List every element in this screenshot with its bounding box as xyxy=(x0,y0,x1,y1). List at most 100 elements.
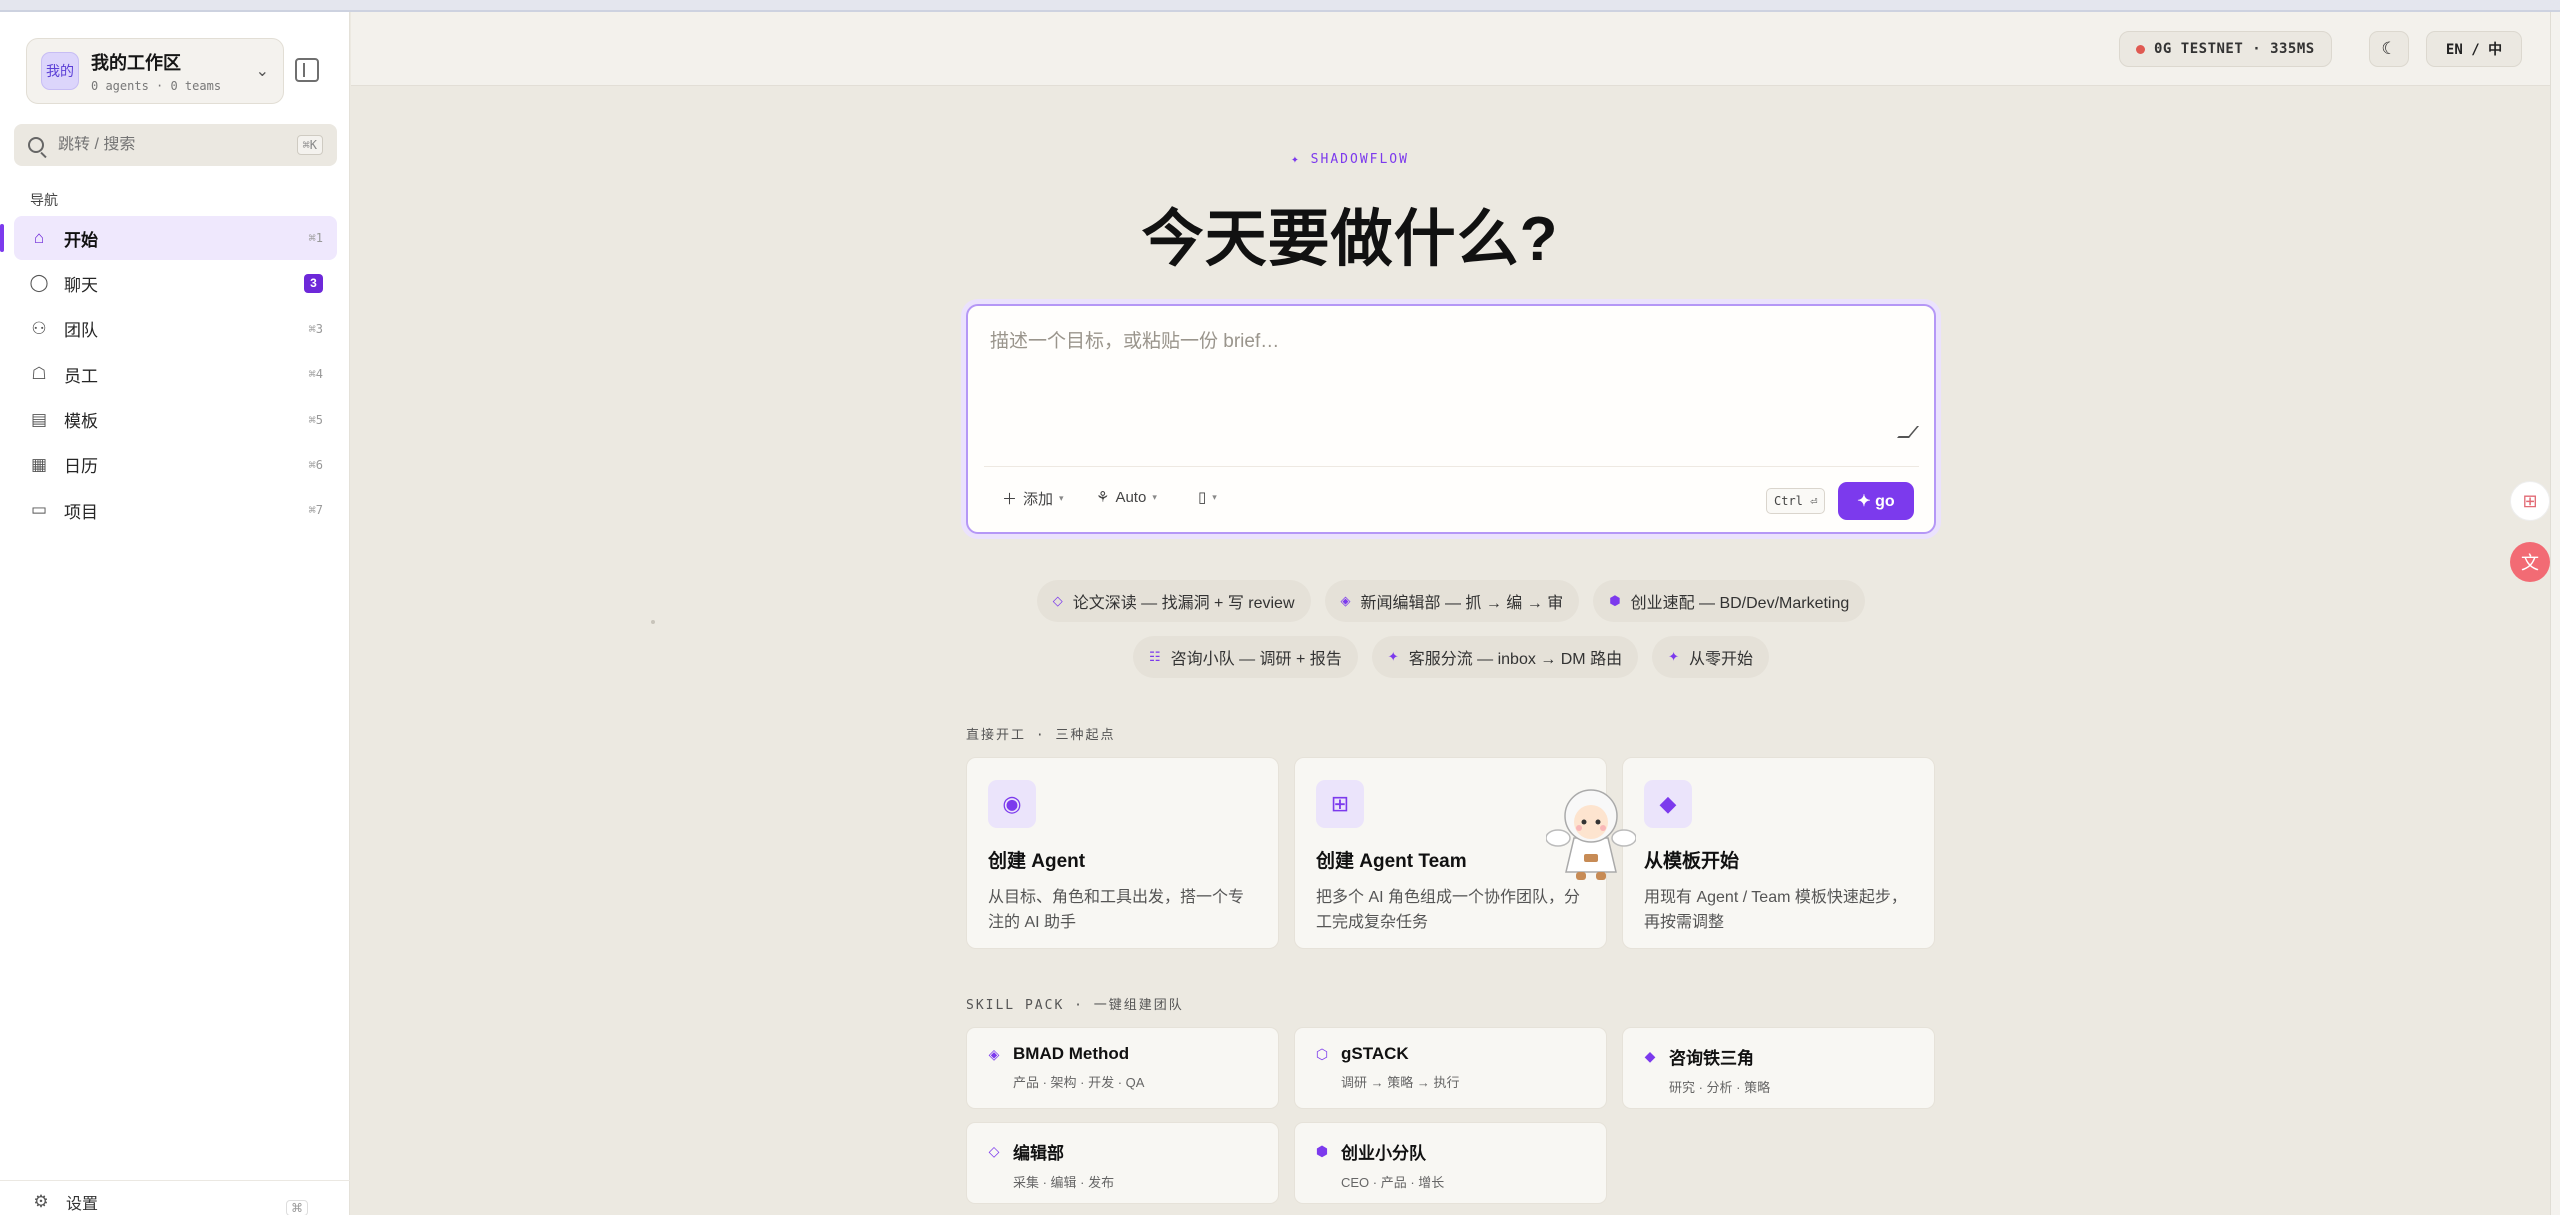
card-title: 创建 Agent Team xyxy=(1316,851,1467,872)
window-top-bar xyxy=(0,0,2560,12)
prompt-input[interactable] xyxy=(990,326,1910,436)
users-icon: ⚇ xyxy=(31,318,47,338)
folder-icon: ▭ xyxy=(30,500,48,520)
status-dot-icon xyxy=(2136,44,2145,54)
workspace-avatar: 我的 xyxy=(41,52,79,90)
suggestion-chip[interactable]: ◈ 新闻编辑部 — 抓 → 编 → 审 xyxy=(1324,580,1580,622)
caret-down-icon: ▾ xyxy=(1059,493,1064,503)
skill-pack-card[interactable]: ◇ 编辑部 采集 · 编辑 · 发布 xyxy=(966,1122,1279,1204)
start-section-label: 直接开工 · 三种起点 xyxy=(966,728,1116,743)
settings-shortcut: ⌘ xyxy=(286,1200,308,1215)
sidebar-item-start[interactable]: ⌂ 开始 ⌘1 xyxy=(0,216,337,260)
start-cards: ◉ 创建 Agent 从目标、角色和工具出发，搭一个专注的 AI 助手 ⊞ 创建… xyxy=(966,757,1936,949)
sidebar-item-label: 聊天 xyxy=(64,275,98,295)
theme-toggle-button[interactable]: ☾ xyxy=(2369,31,2409,67)
go-button[interactable]: ✦ go xyxy=(1838,482,1914,520)
diamond-icon: ◆ xyxy=(1644,780,1692,828)
scrollbar[interactable] xyxy=(2550,12,2560,1215)
unread-badge: 3 xyxy=(304,273,323,293)
skill-pack-grid: ◈ BMAD Method 产品 · 架构 · 开发 · QA ⬡ gSTACK 调… xyxy=(966,1027,1936,1204)
skill-name: 创业小分队 xyxy=(1341,1144,1426,1163)
decorative-dot xyxy=(651,620,655,624)
chip-label: 创业速配 — BD/Dev/Marketing xyxy=(1630,595,1850,612)
caret-down-icon: ▾ xyxy=(1212,491,1217,502)
plus-icon: ＋ xyxy=(1002,491,1018,508)
from-template-card[interactable]: ◆ 从模板开始 用现有 Agent / Team 模板快速起步，再按需调整 xyxy=(1622,757,1935,949)
network-status[interactable]: 0G TESTNET · 335MS xyxy=(2119,31,2332,67)
suggestion-chip[interactable]: ☷ 咨询小队 — 调研 + 报告 xyxy=(1133,636,1358,678)
workspace-switcher[interactable]: 我的 我的工作区 0 agents · 0 teams ⌄ xyxy=(26,38,284,104)
page-title: 今天要做什么? xyxy=(1141,205,1559,274)
apps-grid-icon[interactable]: ⊞ xyxy=(2510,481,2550,521)
search-bar[interactable]: ⌘K xyxy=(14,124,337,166)
sidebar-item-teams[interactable]: ⚇ 团队 ⌘3 xyxy=(14,307,337,351)
suggestion-chip[interactable]: ✦ 客服分流 — inbox → DM 路由 xyxy=(1371,636,1639,678)
chip-label: 新闻编辑部 — 抓 → 编 → 审 xyxy=(1360,595,1564,612)
home-icon: ⌂ xyxy=(33,228,45,247)
caret-down-icon: ▾ xyxy=(1152,491,1157,502)
shortcut-hint: ⌘3 xyxy=(308,321,323,336)
skill-description: CEO · 产品 · 增长 xyxy=(1341,1175,1445,1190)
moon-icon: ☾ xyxy=(2381,39,2397,58)
sidebar-item-settings[interactable]: ⚙ 设置 xyxy=(30,1190,98,1214)
card-description: 用现有 Agent / Team 模板快速起步，再按需调整 xyxy=(1644,889,1907,931)
create-agent-card[interactable]: ◉ 创建 Agent 从目标、角色和工具出发，搭一个专注的 AI 助手 xyxy=(966,757,1279,949)
target-icon: ◉ xyxy=(988,780,1036,828)
sidebar-item-label: 开始 xyxy=(64,230,98,250)
skill-description: 研究 · 分析 · 策略 xyxy=(1669,1080,1771,1095)
sidebar-item-calendar[interactable]: ▦ 日历 ⌘6 xyxy=(14,443,337,487)
sparkle-icon: ✦ xyxy=(1387,649,1399,664)
workspace-title: 我的工作区 xyxy=(91,53,181,73)
diamond-dot-icon: ◈ xyxy=(1340,593,1351,608)
sidebar-item-chat[interactable]: ◯ 聊天 3 xyxy=(14,261,337,305)
translate-icon[interactable]: 文 xyxy=(2510,542,2550,582)
skill-name: BMAD Method xyxy=(1013,1044,1130,1063)
skill-description: 采集 · 编辑 · 发布 xyxy=(1013,1175,1115,1190)
submit-shortcut-hint: Ctrl ⏎ xyxy=(1766,488,1826,514)
composer-divider xyxy=(984,466,1919,467)
skill-name: 编辑部 xyxy=(1013,1144,1064,1163)
skill-pack-card[interactable]: ⬢ 创业小分队 CEO · 产品 · 增长 xyxy=(1294,1122,1607,1204)
mode-label: Auto xyxy=(1115,488,1147,506)
robot-icon: ☖ xyxy=(31,364,47,384)
grid-icon: ⊞ xyxy=(1316,780,1364,828)
diamond-icon: ◇ xyxy=(1052,593,1063,608)
sidebar: 我的 我的工作区 0 agents · 0 teams ⌄ ⌘K 导航 ⌂ 开始… xyxy=(0,12,350,1215)
sidebar-item-label: 模板 xyxy=(64,412,98,432)
search-icon xyxy=(28,137,44,153)
hexagon-outline-icon: ⬡ xyxy=(1315,1045,1329,1062)
sidebar-item-projects[interactable]: ▭ 项目 ⌘7 xyxy=(14,488,337,532)
skill-pack-card[interactable]: ◆ 咨询铁三角 研究 · 分析 · 策略 xyxy=(1622,1027,1935,1109)
chip-label: 咨询小队 — 调研 + 报告 xyxy=(1170,651,1342,668)
sidebar-item-staff[interactable]: ☖ 员工 ⌘4 xyxy=(14,352,337,396)
network-label: 0G TESTNET · 335MS xyxy=(2154,41,2315,57)
top-header: 0G TESTNET · 335MS ☾ EN / 中 xyxy=(351,12,2560,86)
sidebar-item-label: 团队 xyxy=(64,321,98,341)
skill-pack-card[interactable]: ⬡ gSTACK 调研 → 策略 → 执行 xyxy=(1294,1027,1607,1109)
skill-description: 产品 · 架构 · 开发 · QA xyxy=(1013,1075,1145,1090)
chat-icon: ◯ xyxy=(29,273,49,293)
suggestion-chip[interactable]: ✦ 从零开始 xyxy=(1652,636,1769,678)
skill-description: 调研 → 策略 → 执行 xyxy=(1341,1075,1460,1090)
chip-label: 论文深读 — 找漏洞 + 写 review xyxy=(1072,595,1295,612)
card-title: 创建 Agent xyxy=(988,851,1086,872)
sparkle-icon: ⚘ xyxy=(1096,489,1110,506)
skill-name: gSTACK xyxy=(1341,1044,1409,1063)
mode-selector[interactable]: ⚘ Auto ▾ xyxy=(1096,488,1157,507)
skill-pack-card[interactable]: ◈ BMAD Method 产品 · 架构 · 开发 · QA xyxy=(966,1027,1279,1109)
sidebar-collapse-icon[interactable] xyxy=(295,58,319,82)
skill-name: 咨询铁三角 xyxy=(1669,1049,1754,1068)
sparkle-icon: ✦ xyxy=(1668,649,1679,664)
search-input[interactable] xyxy=(58,136,297,154)
add-button[interactable]: ＋ 添加 ▾ xyxy=(1002,488,1064,509)
chip-label: 客服分流 — inbox → DM 路由 xyxy=(1408,651,1623,668)
language-toggle-button[interactable]: EN / 中 xyxy=(2426,31,2522,67)
calendar-icon: ▦ xyxy=(30,454,48,474)
diamond-icon: ◆ xyxy=(1644,1048,1656,1064)
suggestion-chip[interactable]: ⬢ 创业速配 — BD/Dev/Marketing xyxy=(1593,580,1866,622)
sidebar-item-templates[interactable]: ▤ 模板 ⌘5 xyxy=(14,398,337,442)
card-description: 从目标、角色和工具出发，搭一个专注的 AI 助手 xyxy=(988,889,1245,931)
suggestion-chip[interactable]: ◇ 论文深读 — 找漏洞 + 写 review xyxy=(1036,580,1311,622)
knowledge-selector[interactable]: ▯ ▾ xyxy=(1198,488,1217,506)
list-icon: ☷ xyxy=(1149,649,1161,664)
